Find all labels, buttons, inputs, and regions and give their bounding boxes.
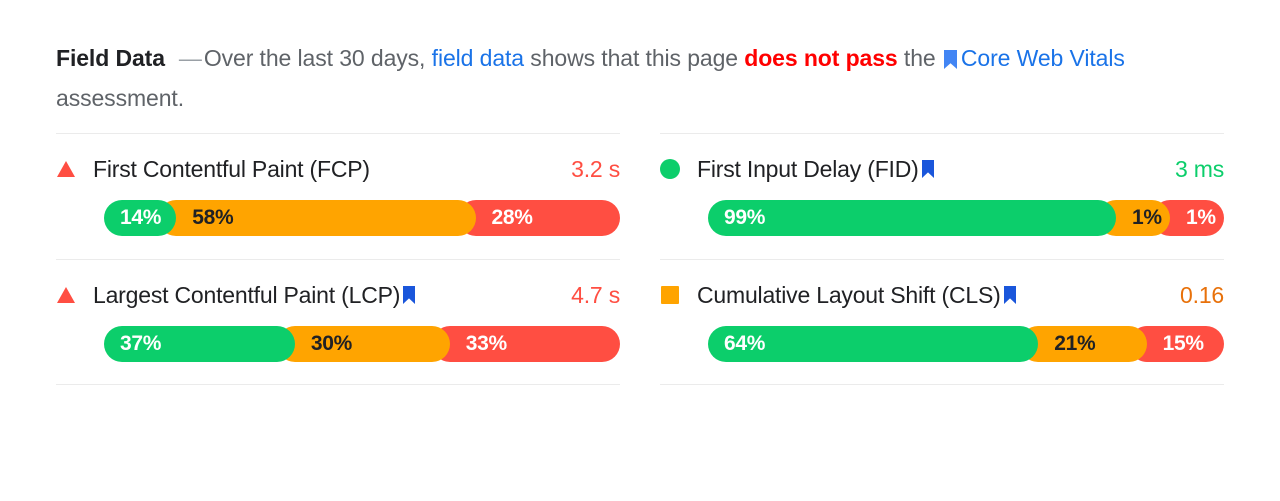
metric-header-lcp: Largest Contentful Paint (LCP) 4.7 s [56,280,620,310]
metric-header-fcp: First Contentful Paint (FCP) 3.2 s [56,154,620,184]
divider-bottom-right [660,384,1224,385]
header-text-1: Over the last 30 days, [203,45,432,71]
bookmark-icon [921,160,934,178]
field-data-panel: Field Data —Over the last 30 days, field … [0,0,1280,501]
bar-segment-good: 64% [708,326,1039,362]
bar-label-good: 64% [724,332,766,355]
metric-card-lcp: Largest Contentful Paint (LCP) 4.7 s 37%… [56,258,620,384]
triangle-icon [56,159,76,179]
bar-label-poor: 15% [1162,332,1204,355]
bookmark-icon [1003,286,1016,304]
distribution-bar-fcp: 14% 58% 28% [104,200,620,236]
metric-label-fid: First Input Delay (FID) [697,155,919,182]
bookmark-icon [403,286,416,304]
metric-label-lcp: Largest Contentful Paint (LCP) [93,281,401,308]
metric-card-fcp: First Contentful Paint (FCP) 3.2 s 14% 5… [56,132,620,258]
bar-segment-poor: 33% [431,326,620,362]
metric-header-cls: Cumulative Layout Shift (CLS) 0.16 [660,280,1224,310]
bar-label-average: 58% [192,206,234,229]
bar-label-poor: 1% [1186,206,1216,229]
square-icon [660,285,680,305]
metric-card-fid: First Input Delay (FID) 3 ms 99% 1% 1% [660,132,1224,258]
distribution-bar-fid: 99% 1% 1% [708,200,1224,236]
bookmark-icon [943,50,957,69]
core-web-vitals-link[interactable]: Core Web Vitals [961,45,1125,71]
bar-segment-average: 21% [1020,326,1147,362]
field-data-header: Field Data —Over the last 30 days, field … [56,38,1224,118]
divider-bottom-right-wrap [660,384,1224,385]
metric-value-cls: 0.16 [1180,281,1224,308]
bar-segment-good: 14% [104,200,177,236]
assessment-result: does not pass [744,45,898,71]
distribution-bar-lcp: 37% 30% 33% [104,326,620,362]
metric-label-fcp: First Contentful Paint (FCP) [93,155,370,182]
bar-segment-average: 30% [276,326,450,362]
divider-bottom-left [56,384,620,385]
page-title: Field Data [56,45,165,71]
header-dash: — [178,45,202,71]
bar-label-poor: 28% [491,206,533,229]
metric-value-fid: 3 ms [1174,155,1224,182]
bar-label-average: 30% [310,332,353,355]
header-text-3: the [897,45,942,71]
bar-label-good: 37% [120,332,162,355]
bar-segment-good: 99% [708,200,1116,236]
bar-label-average: 21% [1054,332,1096,355]
bar-segment-poor: 28% [457,200,620,236]
bar-label-poor: 33% [465,332,507,355]
metric-label-cls: Cumulative Layout Shift (CLS) [697,281,1001,308]
metric-value-fcp: 3.2 s [571,155,620,182]
bar-label-average: 1% [1132,206,1162,229]
divider-bottom-left-wrap [56,384,620,385]
header-text-2: shows that this page [524,45,745,71]
bar-segment-average: 58% [158,200,476,236]
circle-icon [660,159,680,179]
distribution-bar-cls: 64% 21% 15% [708,326,1224,362]
metric-header-fid: First Input Delay (FID) 3 ms [660,154,1224,184]
header-text-4: assessment. [56,85,185,111]
metric-card-cls: Cumulative Layout Shift (CLS) 0.16 64% 2… [660,258,1224,384]
triangle-icon [56,285,76,305]
bar-label-good: 99% [724,206,766,229]
metric-grid: First Contentful Paint (FCP) 3.2 s 14% 5… [56,132,1224,385]
metric-value-lcp: 4.7 s [571,281,620,308]
bar-label-good: 14% [120,206,162,229]
field-data-link[interactable]: field data [432,45,524,71]
bar-segment-good: 37% [104,326,295,362]
